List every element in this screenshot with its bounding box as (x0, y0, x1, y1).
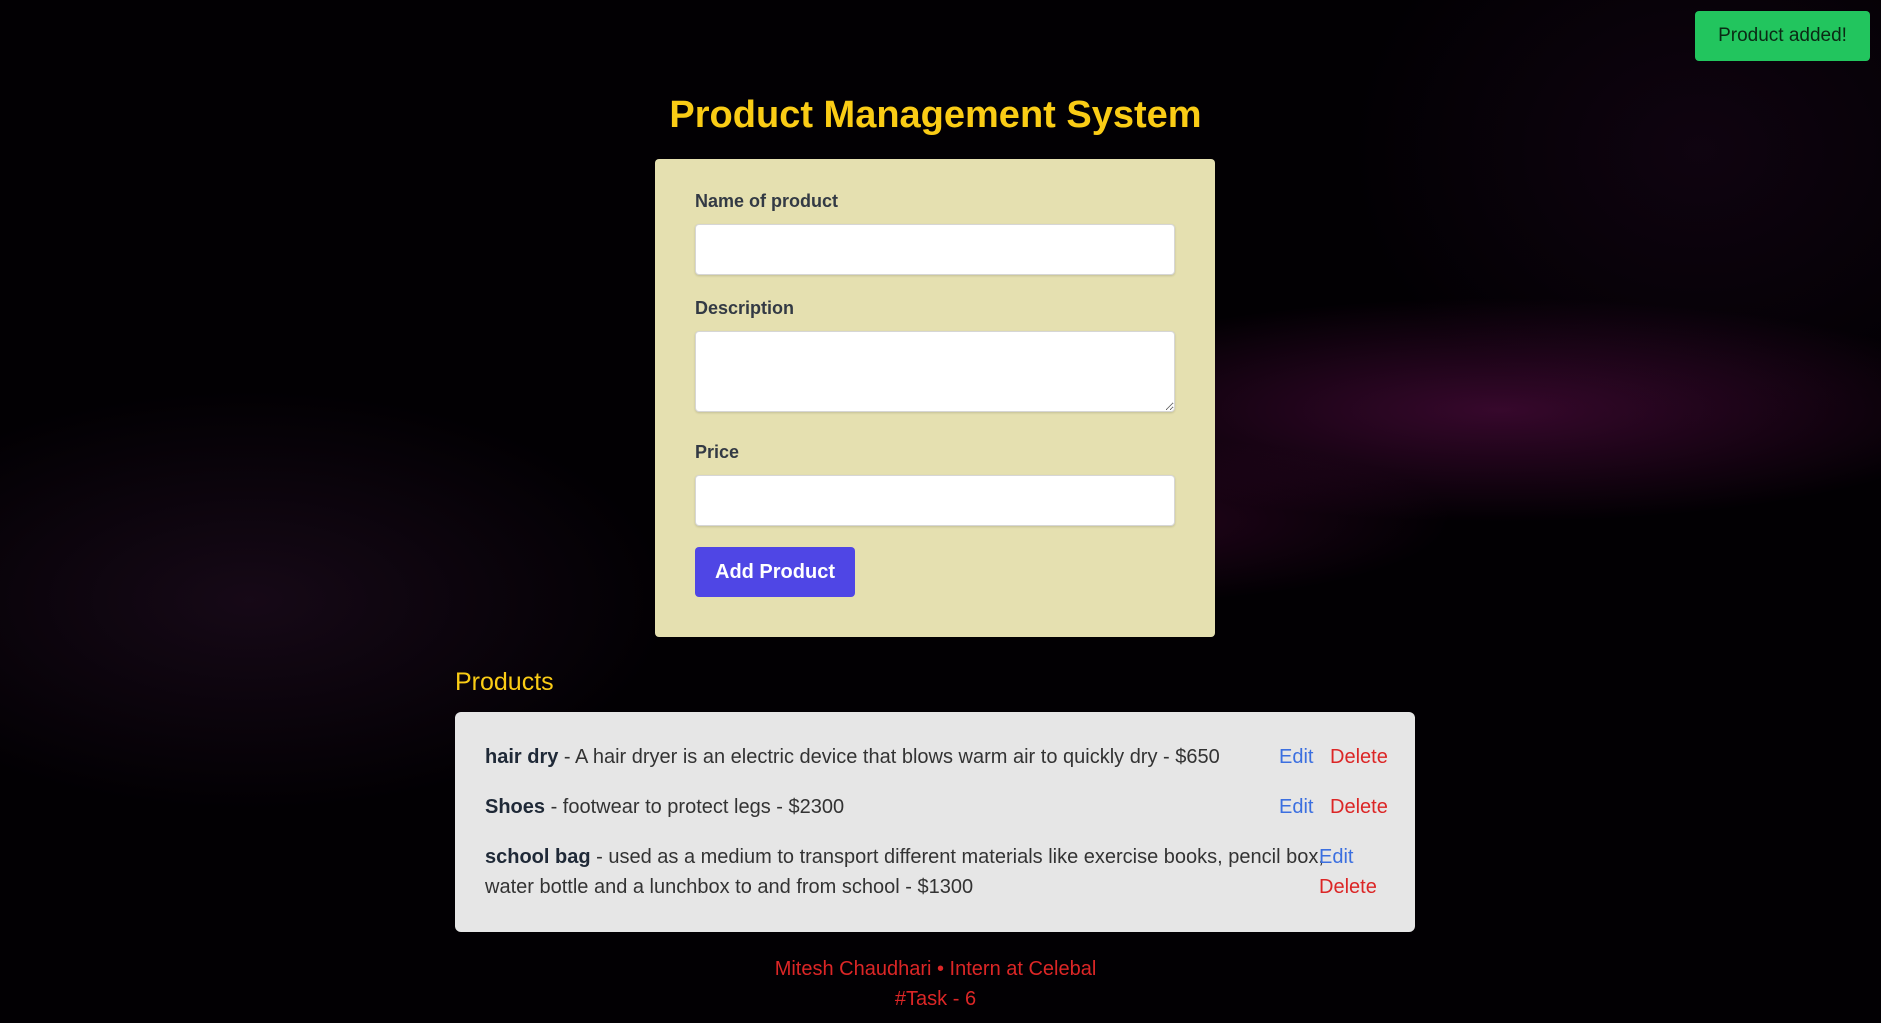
toast-notification[interactable]: Product added! (1695, 11, 1870, 61)
product-details: - used as a medium to transport differen… (590, 846, 1324, 868)
product-text: hair dry - A hair dryer is an electric d… (485, 742, 1220, 772)
toast-message: Product added! (1718, 25, 1847, 46)
footer-credit: Mitesh Chaudhari • Intern at Celebal (774, 958, 1097, 980)
description-textarea[interactable] (695, 331, 1175, 412)
product-text: school bag - used as a medium to transpo… (485, 842, 1324, 902)
price-input[interactable] (695, 475, 1175, 526)
edit-button[interactable]: Edit (1319, 846, 1353, 868)
product-details: - A hair dryer is an electric device tha… (558, 746, 1220, 768)
product-text: Shoes - footwear to protect legs - $2300 (485, 792, 844, 822)
product-form: Name of product Description Price Add Pr… (655, 159, 1215, 637)
edit-button[interactable]: Edit (1279, 746, 1313, 768)
product-name: school bag (485, 846, 591, 868)
product-details-continued: water bottle and a lunchbox to and from … (485, 876, 974, 898)
add-product-button[interactable]: Add Product (695, 547, 855, 597)
page-title: Product Management System (669, 94, 1202, 136)
edit-button[interactable]: Edit (1279, 796, 1313, 818)
products-list: hair dry - A hair dryer is an electric d… (455, 712, 1415, 932)
product-name: Shoes (485, 796, 546, 818)
product-details: - footwear to protect legs - $2300 (545, 796, 845, 818)
price-label: Price (695, 442, 740, 462)
product-name: hair dry (485, 746, 559, 768)
product-actions: Edit Delete (1319, 842, 1377, 902)
footer-task: #Task - 6 (894, 988, 977, 1010)
delete-button[interactable]: Delete (1330, 796, 1388, 818)
product-actions: Edit Delete (1279, 792, 1388, 822)
product-actions: Edit Delete (1279, 742, 1388, 772)
delete-button[interactable]: Delete (1330, 746, 1388, 768)
name-label: Name of product (695, 191, 839, 211)
products-heading: Products (455, 668, 554, 696)
description-label: Description (695, 298, 795, 318)
delete-button[interactable]: Delete (1319, 876, 1377, 898)
name-input[interactable] (695, 224, 1175, 275)
